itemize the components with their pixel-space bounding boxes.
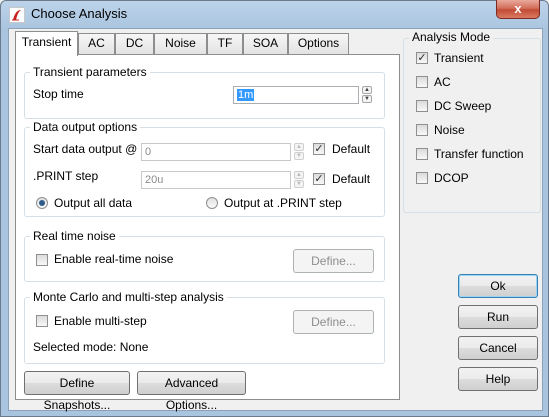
app-icon xyxy=(9,7,25,23)
spin-up-icon[interactable]: ▲ xyxy=(294,143,304,151)
start-default-label: Default xyxy=(332,142,371,156)
analysis-noise-label: Noise xyxy=(434,123,465,137)
tab-label: Options xyxy=(297,36,340,50)
tab-dc[interactable]: DC xyxy=(115,33,154,54)
tab-soa[interactable]: SOA xyxy=(243,33,288,54)
tab-tf[interactable]: TF xyxy=(207,33,243,54)
define-multi-step-button[interactable]: Define... xyxy=(293,310,374,334)
analysis-dcop-checkbox[interactable] xyxy=(416,172,428,184)
analysis-ac-label: AC xyxy=(434,75,451,89)
start-data-output-spinner[interactable]: ▲ ▼ xyxy=(294,143,304,161)
enable-realtime-noise-label: Enable real-time noise xyxy=(54,252,174,266)
spin-down-icon[interactable]: ▼ xyxy=(362,95,372,103)
tab-noise[interactable]: Noise xyxy=(154,33,207,54)
selected-mode-text: Selected mode: None xyxy=(33,340,149,354)
start-data-output-input[interactable]: 0 xyxy=(141,143,291,161)
tab-label: Noise xyxy=(165,36,196,50)
window-title: Choose Analysis xyxy=(31,6,128,21)
spin-down-icon[interactable]: ▼ xyxy=(294,152,304,160)
analysis-transient-checkbox[interactable]: ✓ xyxy=(416,52,428,64)
spin-up-icon[interactable]: ▲ xyxy=(362,86,372,94)
tab-label: AC xyxy=(88,36,105,50)
close-button[interactable]: x xyxy=(496,0,540,19)
tab-label: Transient xyxy=(21,35,72,49)
tab-options[interactable]: Options xyxy=(288,33,349,54)
analysis-transfer-function-checkbox[interactable] xyxy=(416,148,428,160)
tab-ac[interactable]: AC xyxy=(78,33,115,54)
output-all-data-label: Output all data xyxy=(54,196,133,210)
analysis-dcop-label: DCOP xyxy=(434,171,469,185)
stop-time-spinner[interactable]: ▲ ▼ xyxy=(362,86,372,104)
define-realtime-noise-button[interactable]: Define... xyxy=(293,249,374,273)
group-title: Analysis Mode xyxy=(409,30,494,44)
enable-multi-step-checkbox[interactable] xyxy=(36,315,48,327)
group-title: Real time noise xyxy=(30,229,119,243)
output-print-step-radio[interactable] xyxy=(206,197,218,209)
analysis-noise-checkbox[interactable] xyxy=(416,124,428,136)
close-icon: x xyxy=(514,1,522,16)
help-button[interactable]: Help xyxy=(458,367,538,391)
output-all-data-radio[interactable] xyxy=(36,197,48,209)
group-title: Monte Carlo and multi-step analysis xyxy=(30,290,227,304)
run-button[interactable]: Run xyxy=(458,305,538,329)
stop-time-value: 1m xyxy=(237,89,255,101)
tab-panel-transient: Transient parameters Stop time 1m ▲ ▼ Dat… xyxy=(15,54,400,412)
enable-realtime-noise-checkbox[interactable] xyxy=(36,254,48,266)
title-bar[interactable]: Choose Analysis xyxy=(1,1,548,27)
print-step-label: .PRINT step xyxy=(33,169,99,183)
group-title: Data output options xyxy=(30,120,141,134)
start-data-output-label: Start data output @ xyxy=(33,142,138,156)
tab-label: TF xyxy=(217,36,233,50)
analysis-dc-sweep-checkbox[interactable] xyxy=(416,100,428,112)
stop-time-input[interactable]: 1m xyxy=(233,86,359,104)
analysis-transfer-function-label: Transfer function xyxy=(434,147,524,161)
define-snapshots-button[interactable]: Define Snapshots... xyxy=(24,371,130,412)
analysis-ac-checkbox[interactable] xyxy=(416,76,428,88)
stop-time-label: Stop time xyxy=(33,87,84,101)
tab-label: DC xyxy=(125,36,144,50)
advanced-options-button[interactable]: Advanced Options... xyxy=(137,371,246,412)
group-title: Transient parameters xyxy=(30,65,150,79)
print-default-checkbox[interactable]: ✓ xyxy=(313,173,325,185)
spin-up-icon[interactable]: ▲ xyxy=(294,171,304,179)
tab-label: SOA xyxy=(252,36,279,50)
analysis-transient-label: Transient xyxy=(434,51,484,65)
spin-down-icon[interactable]: ▼ xyxy=(294,180,304,188)
output-print-step-label: Output at .PRINT step xyxy=(224,196,342,210)
enable-multi-step-label: Enable multi-step xyxy=(54,314,147,328)
analysis-dc-sweep-label: DC Sweep xyxy=(434,99,492,113)
print-step-input[interactable]: 20u xyxy=(141,171,291,189)
print-default-label: Default xyxy=(332,172,371,186)
print-step-spinner[interactable]: ▲ ▼ xyxy=(294,171,304,189)
tab-transient[interactable]: Transient xyxy=(15,31,78,56)
cancel-button[interactable]: Cancel xyxy=(458,336,538,360)
ok-button[interactable]: Ok xyxy=(458,274,538,298)
start-default-checkbox[interactable]: ✓ xyxy=(313,143,325,155)
